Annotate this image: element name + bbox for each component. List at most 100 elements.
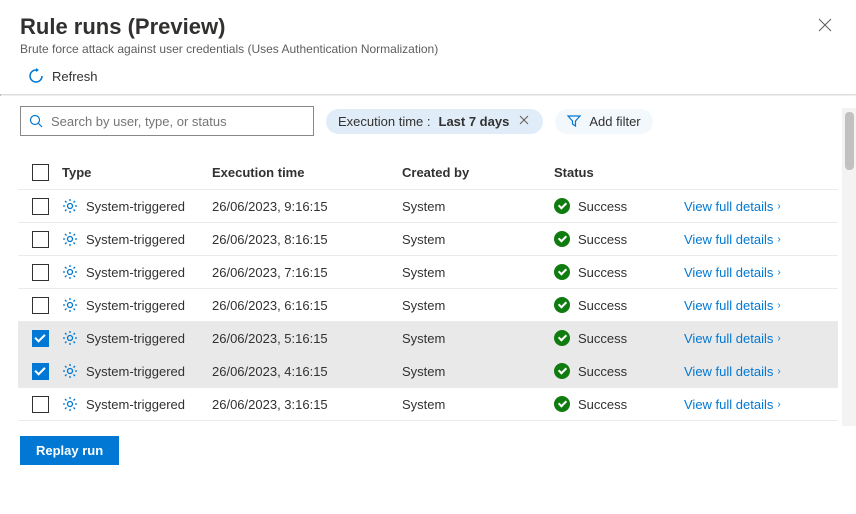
chevron-right-icon: ›	[777, 267, 780, 278]
gear-icon	[62, 363, 78, 379]
column-header-execution[interactable]: Execution time	[212, 165, 402, 180]
gear-icon	[62, 264, 78, 280]
filter-icon	[567, 114, 581, 128]
execution-time: 26/06/2023, 9:16:15	[212, 199, 402, 214]
add-filter-label: Add filter	[589, 114, 640, 129]
table-header-row: Type Execution time Created by Status	[18, 156, 838, 190]
execution-time: 26/06/2023, 8:16:15	[212, 232, 402, 247]
scrollbar-thumb[interactable]	[845, 112, 854, 170]
table-row[interactable]: System-triggered 26/06/2023, 9:16:15Syste…	[18, 190, 838, 223]
footer: Replay run	[0, 424, 856, 477]
search-icon	[29, 114, 43, 128]
success-icon	[554, 396, 570, 412]
status-label: Success	[578, 331, 627, 346]
chevron-right-icon: ›	[777, 399, 780, 410]
view-details-link[interactable]: View full details›	[684, 265, 838, 280]
type-label: System-triggered	[86, 331, 185, 346]
add-filter-button[interactable]: Add filter	[555, 109, 652, 134]
view-details-link[interactable]: View full details›	[684, 364, 838, 379]
table-row[interactable]: System-triggered 26/06/2023, 3:16:15Syste…	[18, 388, 838, 421]
chevron-right-icon: ›	[777, 333, 780, 344]
table-row[interactable]: System-triggered 26/06/2023, 8:16:15Syste…	[18, 223, 838, 256]
view-details-link[interactable]: View full details›	[684, 397, 838, 412]
status-label: Success	[578, 298, 627, 313]
view-details-link[interactable]: View full details›	[684, 232, 838, 247]
page-title: Rule runs (Preview)	[20, 14, 438, 40]
replay-run-button[interactable]: Replay run	[20, 436, 119, 465]
type-label: System-triggered	[86, 397, 185, 412]
execution-time: 26/06/2023, 7:16:15	[212, 265, 402, 280]
status-label: Success	[578, 232, 627, 247]
gear-icon	[62, 396, 78, 412]
gear-icon	[62, 231, 78, 247]
panel-header: Rule runs (Preview) Brute force attack a…	[0, 0, 856, 64]
row-checkbox[interactable]	[32, 297, 49, 314]
status-label: Success	[578, 397, 627, 412]
view-details-link[interactable]: View full details›	[684, 331, 838, 346]
type-label: System-triggered	[86, 364, 185, 379]
execution-time: 26/06/2023, 6:16:15	[212, 298, 402, 313]
table-row[interactable]: System-triggered 26/06/2023, 5:16:15Syste…	[18, 322, 838, 355]
type-label: System-triggered	[86, 265, 185, 280]
chevron-right-icon: ›	[777, 300, 780, 311]
row-checkbox[interactable]	[32, 330, 49, 347]
chevron-right-icon: ›	[777, 201, 780, 212]
close-icon	[818, 18, 832, 32]
success-icon	[554, 231, 570, 247]
row-checkbox[interactable]	[32, 264, 49, 281]
table-row[interactable]: System-triggered 26/06/2023, 6:16:15Syste…	[18, 289, 838, 322]
refresh-icon	[28, 68, 44, 84]
created-by: System	[402, 232, 554, 247]
refresh-button[interactable]: Refresh	[28, 68, 98, 84]
created-by: System	[402, 397, 554, 412]
filter-label: Execution time :	[338, 114, 431, 129]
filter-bar: Execution time : Last 7 days Add filter	[0, 96, 856, 146]
execution-time: 26/06/2023, 3:16:15	[212, 397, 402, 412]
toolbar: Refresh	[0, 64, 856, 94]
created-by: System	[402, 265, 554, 280]
column-header-created[interactable]: Created by	[402, 165, 554, 180]
view-details-link[interactable]: View full details›	[684, 298, 838, 313]
status-label: Success	[578, 364, 627, 379]
search-box[interactable]	[20, 106, 314, 136]
close-button[interactable]	[814, 14, 836, 41]
refresh-label: Refresh	[52, 69, 98, 84]
page-subtitle: Brute force attack against user credenti…	[20, 42, 438, 56]
status-label: Success	[578, 199, 627, 214]
row-checkbox[interactable]	[32, 396, 49, 413]
type-label: System-triggered	[86, 232, 185, 247]
execution-time: 26/06/2023, 5:16:15	[212, 331, 402, 346]
chevron-right-icon: ›	[777, 366, 780, 377]
row-checkbox[interactable]	[32, 231, 49, 248]
gear-icon	[62, 198, 78, 214]
created-by: System	[402, 364, 554, 379]
filter-value: Last 7 days	[439, 114, 510, 129]
table-row[interactable]: System-triggered 26/06/2023, 4:16:15Syste…	[18, 355, 838, 388]
table-row[interactable]: System-triggered 26/06/2023, 7:16:15Syste…	[18, 256, 838, 289]
success-icon	[554, 264, 570, 280]
row-checkbox[interactable]	[32, 363, 49, 380]
success-icon	[554, 363, 570, 379]
select-all-checkbox[interactable]	[32, 164, 49, 181]
created-by: System	[402, 199, 554, 214]
created-by: System	[402, 298, 554, 313]
gear-icon	[62, 297, 78, 313]
search-input[interactable]	[51, 114, 305, 129]
status-label: Success	[578, 265, 627, 280]
gear-icon	[62, 330, 78, 346]
success-icon	[554, 297, 570, 313]
chevron-right-icon: ›	[777, 234, 780, 245]
column-header-type[interactable]: Type	[62, 165, 212, 180]
filter-remove-button[interactable]	[517, 114, 531, 128]
success-icon	[554, 330, 570, 346]
created-by: System	[402, 331, 554, 346]
table: Type Execution time Created by Status Sy…	[18, 156, 838, 424]
type-label: System-triggered	[86, 298, 185, 313]
type-label: System-triggered	[86, 199, 185, 214]
success-icon	[554, 198, 570, 214]
execution-time: 26/06/2023, 4:16:15	[212, 364, 402, 379]
filter-pill-execution-time[interactable]: Execution time : Last 7 days	[326, 109, 543, 134]
view-details-link[interactable]: View full details›	[684, 199, 838, 214]
row-checkbox[interactable]	[32, 198, 49, 215]
column-header-status[interactable]: Status	[554, 165, 684, 180]
